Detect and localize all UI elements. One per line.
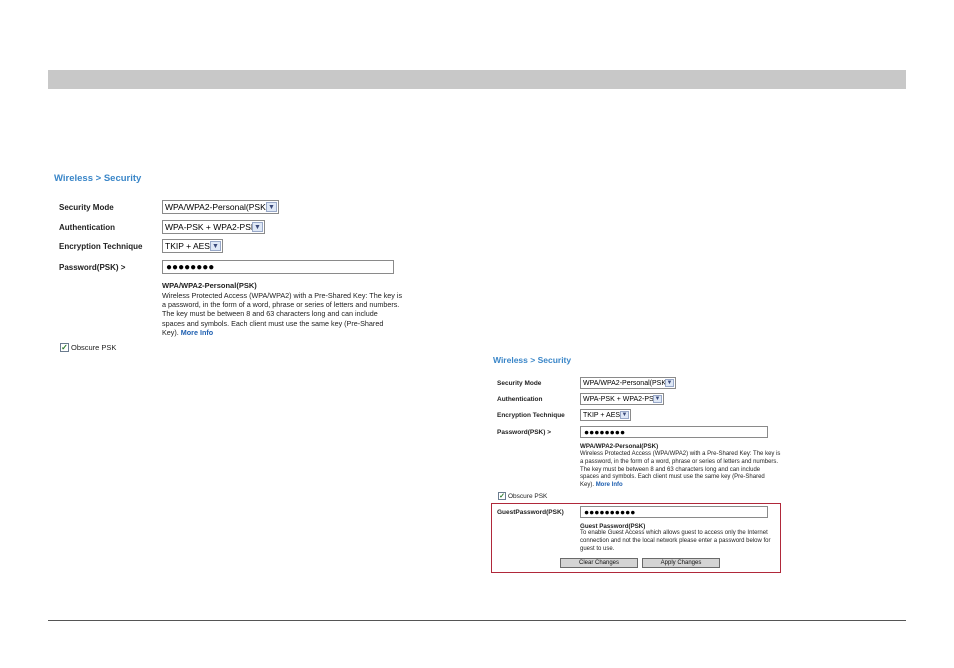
description-line: a password, in the form of a word, phras…	[162, 300, 400, 310]
password-label: Password(PSK) >	[497, 429, 552, 436]
authentication-select[interactable]: WPA-PSK + WPA2-PSK ▼	[162, 220, 265, 234]
chevron-down-icon: ▼	[653, 395, 662, 403]
password-input[interactable]: ●●●●●●●●	[162, 260, 394, 274]
encryption-select[interactable]: TKIP + AES ▼	[580, 409, 631, 421]
description-line: The key must be between 8 and 63 charact…	[162, 309, 378, 319]
chevron-down-icon: ▼	[620, 411, 629, 419]
chevron-down-icon: ▼	[252, 222, 263, 232]
security-mode-label: Security Mode	[497, 380, 542, 387]
description-line: The key must be between 8 and 63 charact…	[580, 466, 761, 473]
chevron-down-icon: ▼	[210, 241, 221, 251]
description-line: Key).	[580, 482, 595, 489]
description-line: Wireless Protected Access (WPA/WPA2) wit…	[580, 451, 781, 457]
guest-password-input[interactable]: ●●●●●●●●●●	[580, 506, 768, 518]
security-mode-select[interactable]: WPA/WPA2-Personal(PSK) ▼	[580, 377, 676, 389]
guest-password-label: GuestPassword(PSK)	[497, 509, 564, 516]
checkmark-icon: ✓	[60, 343, 69, 352]
obscure-psk-label: Obscure PSK	[71, 343, 117, 352]
encryption-label: Encryption Technique	[497, 412, 565, 419]
obscure-psk-label: Obscure PSK	[508, 492, 548, 500]
header-bar	[48, 70, 906, 89]
security-mode-select[interactable]: WPA/WPA2-Personal(PSK) ▼	[162, 200, 279, 214]
password-input[interactable]: ●●●●●●●●	[580, 426, 768, 438]
guest-description-title: Guest Password(PSK)	[580, 523, 646, 530]
description-line: guest to use.	[580, 545, 615, 552]
description-text: Wireless Protected Access (WPA/WPA2) wit…	[580, 451, 785, 490]
description-line: a password, in the form of a word, phras…	[580, 458, 779, 465]
clear-changes-button[interactable]: Clear Changes	[560, 558, 638, 568]
more-info-link[interactable]: More Info	[181, 328, 213, 337]
description-line: spaces and symbols. Each client must use…	[580, 474, 765, 481]
more-info-link[interactable]: More Info	[596, 482, 623, 488]
footer-divider	[48, 620, 906, 621]
checkmark-icon: ✓	[498, 492, 506, 500]
security-mode-value: WPA/WPA2-Personal(PSK)	[583, 379, 669, 387]
description-title: WPA/WPA2-Personal(PSK)	[162, 281, 257, 290]
obscure-psk-checkbox[interactable]: ✓ Obscure PSK	[498, 492, 547, 500]
guest-description-text: To enable Guest Access which allows gues…	[580, 530, 780, 553]
password-label: Password(PSK) >	[59, 263, 126, 272]
description-line: Wireless Protected Access (WPA/WPA2) wit…	[162, 291, 403, 300]
authentication-value: WPA-PSK + WPA2-PSK	[583, 395, 659, 403]
security-mode-label: Security Mode	[59, 203, 114, 212]
authentication-value: WPA-PSK + WPA2-PSK	[165, 222, 257, 232]
encryption-value: TKIP + AES	[165, 241, 210, 251]
chevron-down-icon: ▼	[665, 379, 674, 387]
breadcrumb[interactable]: Wireless > Security	[493, 355, 571, 365]
encryption-label: Encryption Technique	[59, 242, 143, 251]
description-line: Key).	[162, 327, 179, 337]
description-line: spaces and symbols. Each client must use…	[162, 318, 384, 328]
obscure-psk-checkbox[interactable]: ✓ Obscure PSK	[60, 343, 116, 352]
encryption-value: TKIP + AES	[583, 411, 621, 419]
description-line: connection and not the local network ple…	[580, 537, 771, 544]
description-title: WPA/WPA2-Personal(PSK)	[580, 443, 659, 450]
authentication-label: Authentication	[59, 223, 115, 232]
chevron-down-icon: ▼	[266, 202, 277, 212]
encryption-select[interactable]: TKIP + AES ▼	[162, 239, 223, 253]
breadcrumb[interactable]: Wireless > Security	[54, 173, 141, 184]
authentication-select[interactable]: WPA-PSK + WPA2-PSK ▼	[580, 393, 664, 405]
description-text: Wireless Protected Access (WPA/WPA2) wit…	[162, 291, 422, 337]
authentication-label: Authentication	[497, 396, 543, 403]
description-line: To enable Guest Access which allows gues…	[580, 530, 768, 536]
security-mode-value: WPA/WPA2-Personal(PSK)	[165, 202, 269, 212]
apply-changes-button[interactable]: Apply Changes	[642, 558, 720, 568]
